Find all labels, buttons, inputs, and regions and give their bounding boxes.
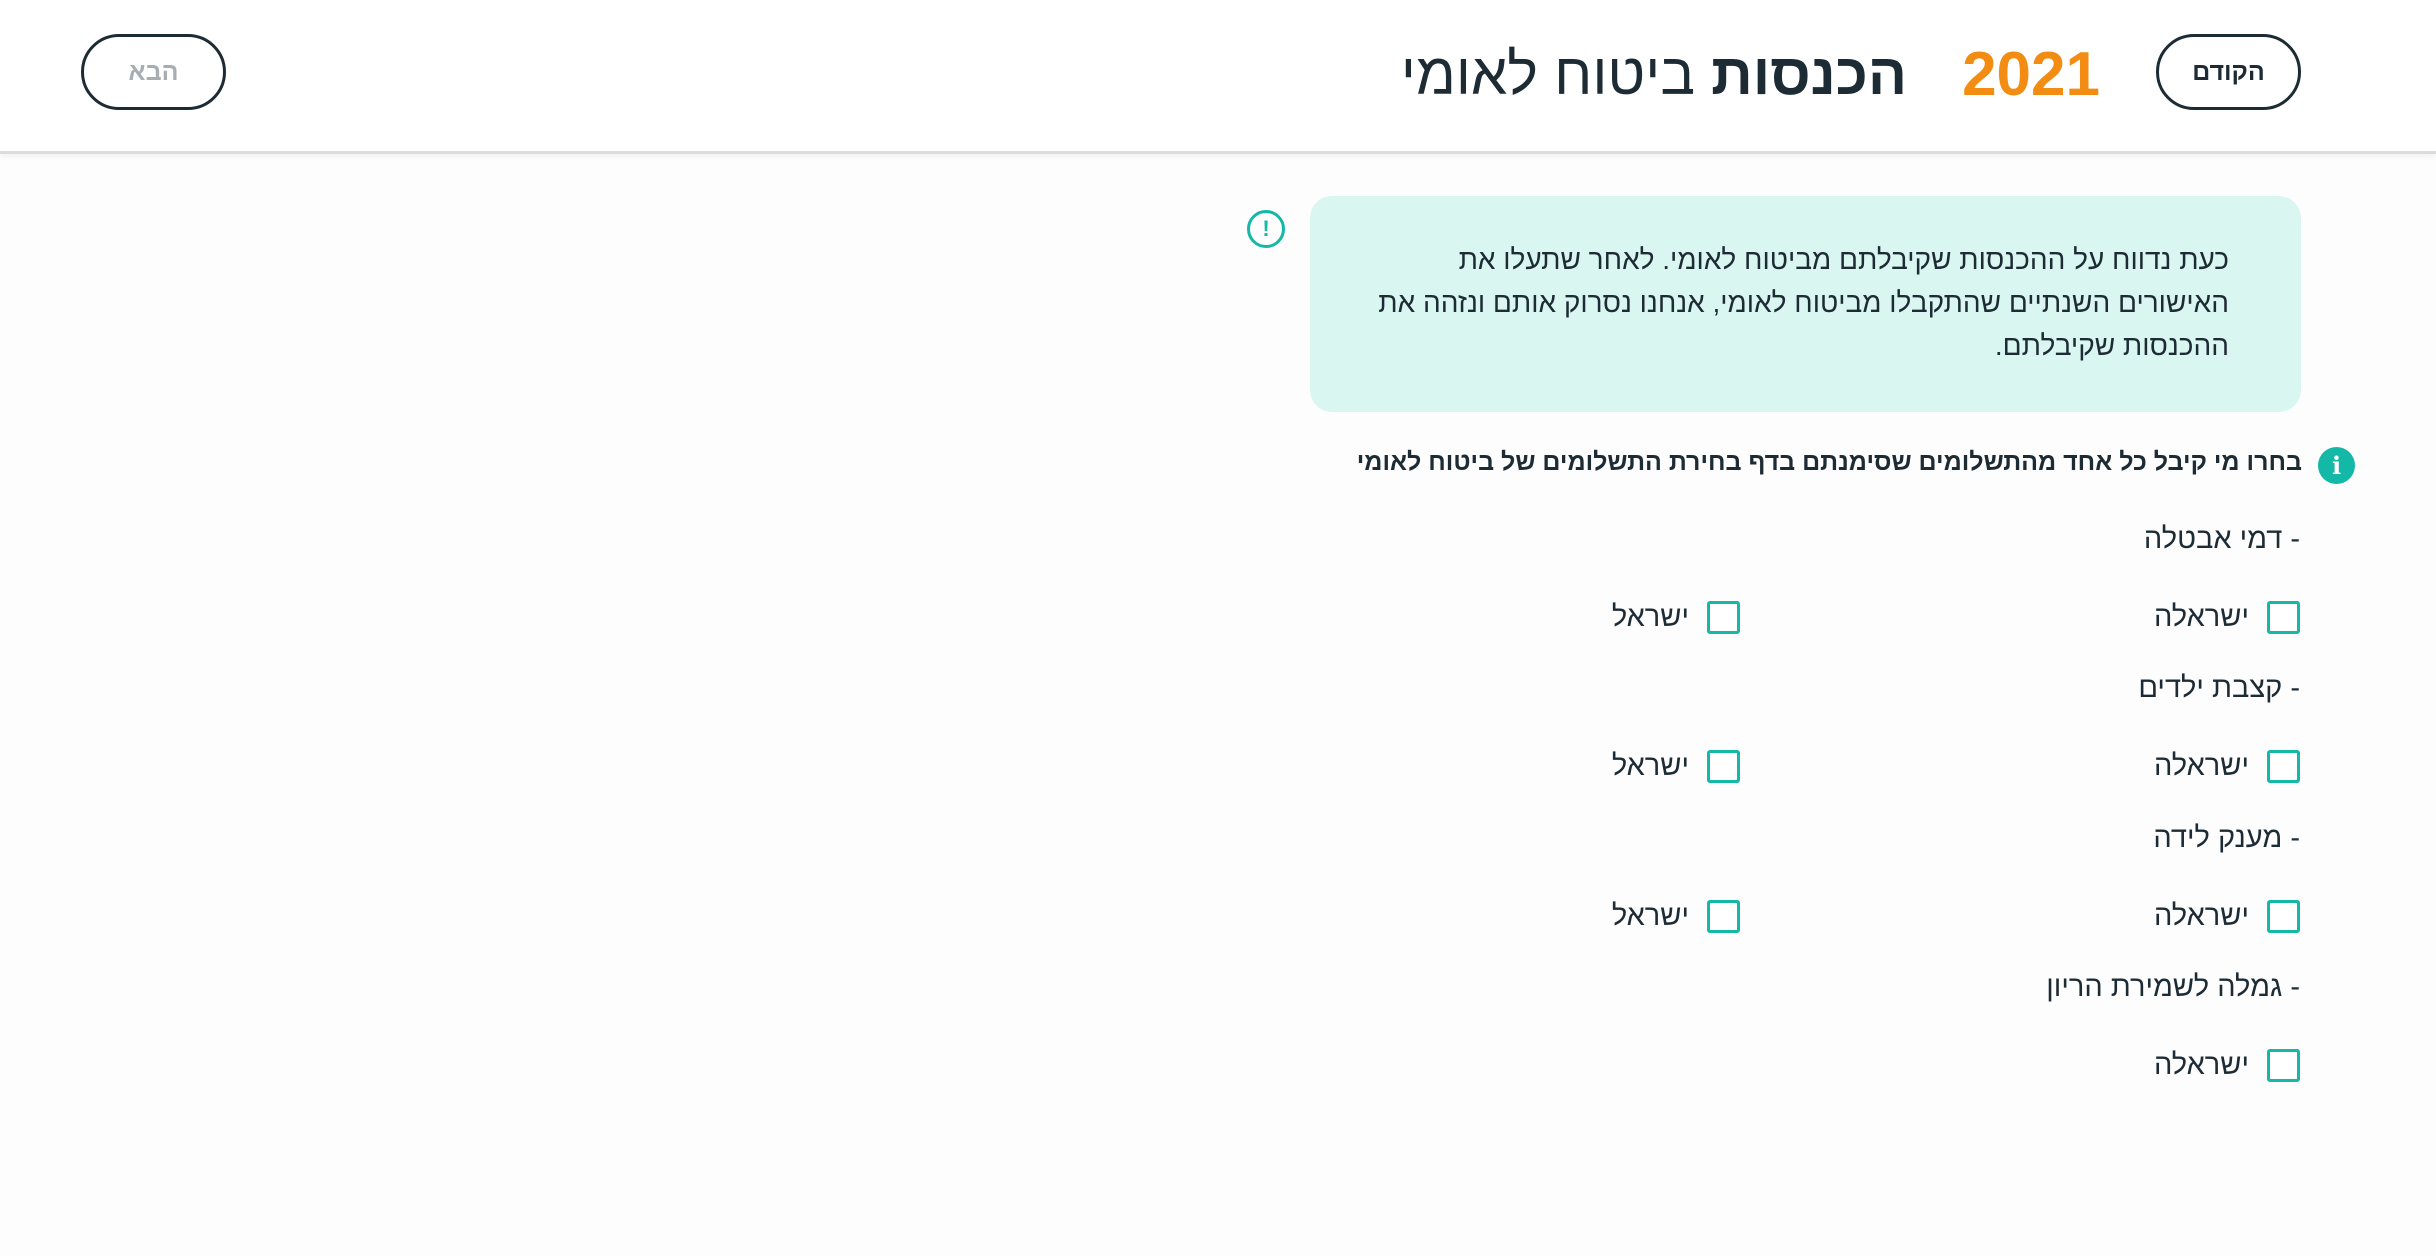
category-label-unemployment: - דמי אבטלה (2143, 523, 2300, 555)
next-button[interactable]: הבא (81, 34, 226, 110)
page-title-text: הכנסות ביטוח לאומי (1401, 41, 1907, 108)
option-wife-birth-grant[interactable]: ישראלה (1990, 896, 2300, 936)
option-husband-child-allowance[interactable]: ישראל (1500, 746, 1740, 786)
option-husband-unemployment[interactable]: ישראל (1500, 597, 1740, 637)
page-title-rest: ביטוח לאומי (1400, 41, 1712, 107)
option-label: ישראלה (2154, 899, 2249, 932)
option-label: ישראלה (2154, 1048, 2249, 1081)
checkbox[interactable] (1707, 600, 1740, 634)
option-wife-unemployment[interactable]: ישראלה (1990, 597, 2300, 637)
page-title-bold: הכנסות (1711, 41, 1908, 107)
previous-button[interactable]: הקודם (2156, 34, 2301, 110)
info-icon[interactable]: i (2318, 447, 2355, 484)
option-wife-pregnancy-benefit[interactable]: ישראלה (1990, 1045, 2300, 1085)
instruction-text: בחרו מי קיבל כל אחד מהתשלומים שסימנתם בד… (1356, 448, 2302, 476)
checkbox[interactable] (2267, 1048, 2300, 1082)
top-bar: הבא הכנסות ביטוח לאומי 2021 הקודם (0, 0, 2436, 154)
option-husband-birth-grant[interactable]: ישראל (1500, 896, 1740, 936)
option-label: ישראל (1611, 749, 1689, 782)
option-label: ישראל (1611, 600, 1689, 633)
exclamation-icon: ! (1247, 210, 1285, 248)
category-label-pregnancy-benefit: - גמלה לשמירת הריון (2046, 971, 2300, 1003)
category-label-birth-grant: - מענק לידה (2153, 822, 2300, 854)
option-wife-child-allowance[interactable]: ישראלה (1990, 746, 2300, 786)
option-label: ישראלה (2154, 749, 2249, 782)
notice-text: כעת נדווח על ההכנסות שקיבלתם מביטוח לאומ… (1378, 244, 2229, 361)
page-title-year: 2021 (1962, 39, 2100, 109)
checkbox[interactable] (1707, 749, 1740, 783)
option-label: ישראלה (2154, 600, 2249, 633)
checkbox[interactable] (2267, 600, 2300, 634)
page-title: הכנסות ביטוח לאומי 2021 (1380, 36, 2100, 112)
checkbox[interactable] (2267, 749, 2300, 783)
checkbox[interactable] (2267, 899, 2300, 933)
option-label: ישראל (1611, 899, 1689, 932)
category-label-child-allowance: - קצבת ילדים (2138, 672, 2300, 704)
checkbox[interactable] (1707, 899, 1740, 933)
